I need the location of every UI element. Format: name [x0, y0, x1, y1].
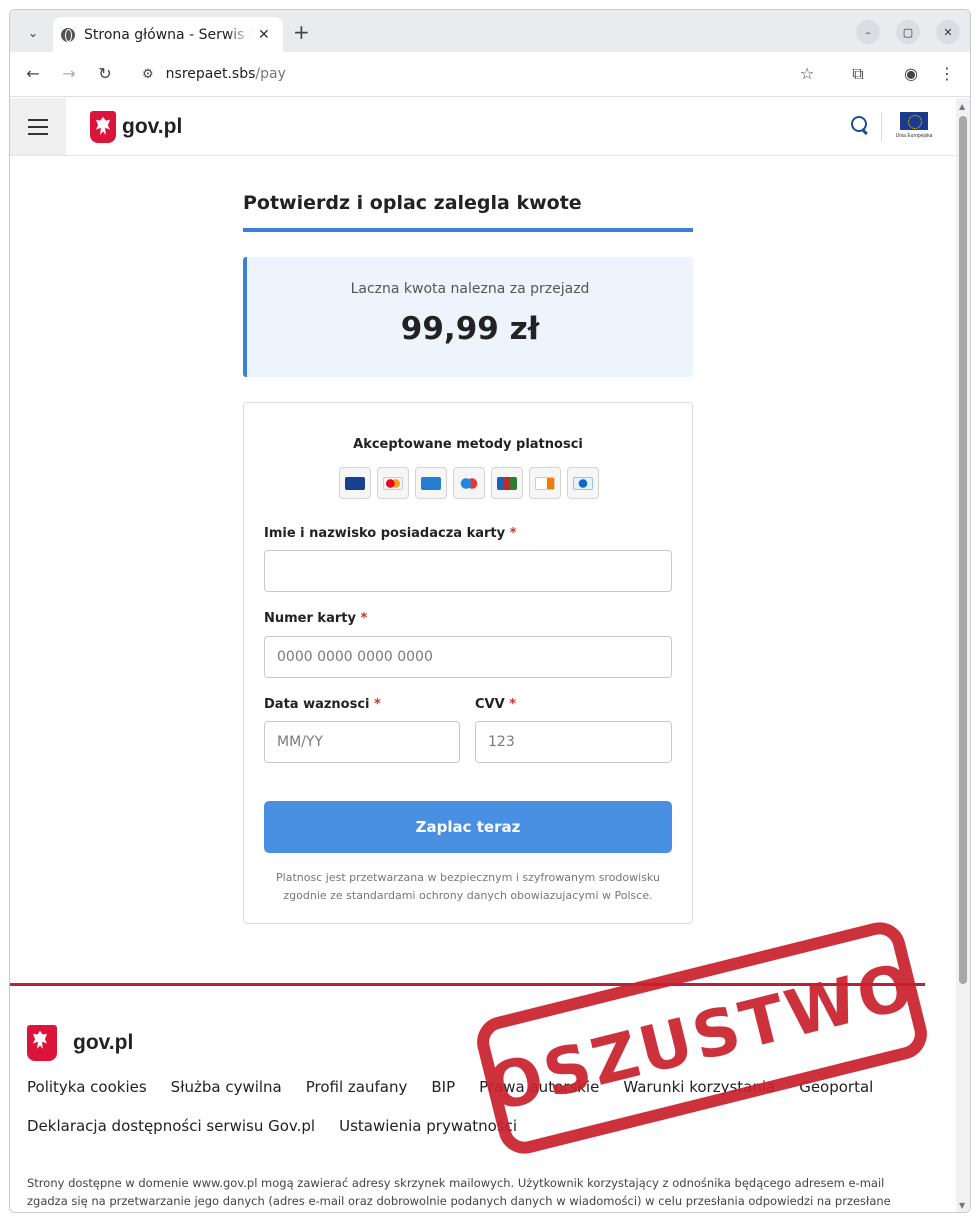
footer-link-trusted-profile[interactable]: Profil zaufany	[306, 1076, 408, 1098]
search-icon[interactable]	[850, 115, 870, 135]
required-mark: *	[509, 697, 517, 712]
diners-icon	[567, 467, 599, 499]
browser-toolbar: ← → ↻ ⚙ nsrepaet.sbs/pay ☆ ⧉ ◉ ⋮	[10, 52, 970, 97]
back-icon[interactable]: ←	[23, 64, 43, 83]
cvv-input[interactable]	[475, 721, 672, 763]
amount-label: Laczna kwota nalezna za przejazd	[350, 281, 590, 297]
payment-methods-title: Akceptowane metody platnosci	[353, 437, 583, 452]
new-tab-icon[interactable]: +	[293, 20, 310, 44]
secure-payment-note: Platnosc jest przetwarzana w bezpiecznym…	[276, 871, 660, 902]
card-number-label-text: Numer karty	[264, 611, 356, 626]
eu-flag-icon	[900, 112, 928, 130]
eu-logo: Unia Europejska	[890, 112, 938, 139]
expiry-label-text: Data waznosci	[264, 697, 370, 712]
page-title: Potwierdz i oplac zalegla kwote	[243, 192, 582, 214]
cvv-label-text: CVV	[475, 697, 505, 712]
logo-wordmark: gov.pl	[122, 115, 183, 138]
site-header: gov.pl Unia Europejska	[10, 98, 956, 156]
required-mark: *	[374, 697, 381, 712]
hamburger-menu-icon[interactable]	[10, 98, 66, 155]
visa-icon	[339, 467, 371, 499]
menu-kebab-icon[interactable]: ⋮	[937, 64, 957, 83]
tab-strip: ⌄ Strona główna - Serwis Sł ✕ + – ▢ ✕	[10, 10, 970, 52]
footer-link-accessibility[interactable]: Deklaracja dostępności serwisu Gov.pl	[27, 1115, 315, 1137]
cardholder-name-input[interactable]	[264, 550, 672, 592]
url-host: nsrepaet.sbs	[165, 66, 256, 82]
site-info-icon[interactable]: ⚙	[142, 67, 154, 82]
extensions-icon[interactable]: ⧉	[848, 64, 868, 84]
expiry-input[interactable]	[264, 721, 460, 763]
scroll-down-icon[interactable]: ▼	[959, 1201, 965, 1210]
page-viewport: gov.pl Unia Europejska Potwierdz i oplac…	[10, 98, 956, 1212]
payment-methods-list	[339, 467, 599, 499]
eagle-emblem-icon	[90, 111, 116, 143]
required-mark: *	[509, 526, 517, 541]
footer-link-privacy-settings[interactable]: Ustawienia prywatności	[339, 1115, 517, 1137]
payment-form-card: Akceptowane metody platnosci Imie i nazw…	[243, 402, 693, 924]
tab-title: Strona główna - Serwis Sł	[84, 26, 252, 43]
amex-icon	[415, 467, 447, 499]
forward-icon[interactable]: →	[59, 64, 79, 83]
amount-summary: Laczna kwota nalezna za przejazd 99,99 z…	[243, 257, 693, 377]
browser-window: ⌄ Strona główna - Serwis Sł ✕ + – ▢ ✕ ← …	[9, 9, 971, 1213]
scrollbar-thumb[interactable]	[959, 116, 967, 984]
cardholder-name-label-text: Imie i nazwisko posiadacza karty	[264, 526, 506, 541]
footer-link-civil-service[interactable]: Służba cywilna	[171, 1076, 282, 1098]
footer-link-bip[interactable]: BIP	[431, 1076, 455, 1098]
globe-icon	[61, 27, 75, 42]
amount-value: 99,99 zł	[400, 311, 540, 347]
address-bar[interactable]: ⚙ nsrepaet.sbs/pay	[130, 57, 830, 91]
reload-icon[interactable]: ↻	[95, 64, 115, 83]
mastercard-icon	[377, 467, 409, 499]
eagle-emblem-icon	[27, 1025, 57, 1061]
maestro-icon	[453, 467, 485, 499]
title-underline	[243, 228, 693, 232]
bookmark-star-icon[interactable]: ☆	[797, 64, 817, 83]
govpl-logo[interactable]: gov.pl	[90, 111, 182, 143]
pay-now-button[interactable]: Zaplac teraz	[264, 801, 672, 853]
expiry-label: Data waznosci *	[264, 697, 381, 712]
page-scrollbar[interactable]: ▲ ▼	[956, 98, 970, 1212]
window-close-icon[interactable]: ✕	[936, 20, 960, 44]
cvv-label: CVV *	[475, 697, 516, 712]
footer-link-cookies[interactable]: Polityka cookies	[27, 1076, 147, 1098]
jcb-icon	[491, 467, 523, 499]
tab-search-icon[interactable]: ⌄	[22, 22, 44, 44]
scroll-up-icon[interactable]: ▲	[959, 102, 965, 111]
profile-icon[interactable]: ◉	[901, 64, 921, 83]
tab-close-icon[interactable]: ✕	[258, 27, 270, 43]
card-number-input[interactable]	[264, 636, 672, 678]
tab-active[interactable]: Strona główna - Serwis Sł ✕	[53, 17, 283, 52]
card-number-label: Numer karty *	[264, 611, 367, 626]
minimize-icon[interactable]: –	[856, 20, 880, 44]
maximize-icon[interactable]: ▢	[896, 20, 920, 44]
url-path: /pay	[255, 66, 286, 82]
footer-logo-wordmark: gov.pl	[73, 1031, 134, 1054]
cardholder-name-label: Imie i nazwisko posiadacza karty *	[264, 526, 516, 541]
discover-icon	[529, 467, 561, 499]
footer-disclaimer: Strony dostępne w domenie www.gov.pl mog…	[27, 1176, 891, 1208]
required-mark: *	[360, 611, 368, 626]
header-divider	[881, 112, 882, 142]
eu-label: Unia Europejska	[895, 133, 933, 139]
footer-govpl-logo[interactable]: gov.pl	[27, 1025, 133, 1061]
